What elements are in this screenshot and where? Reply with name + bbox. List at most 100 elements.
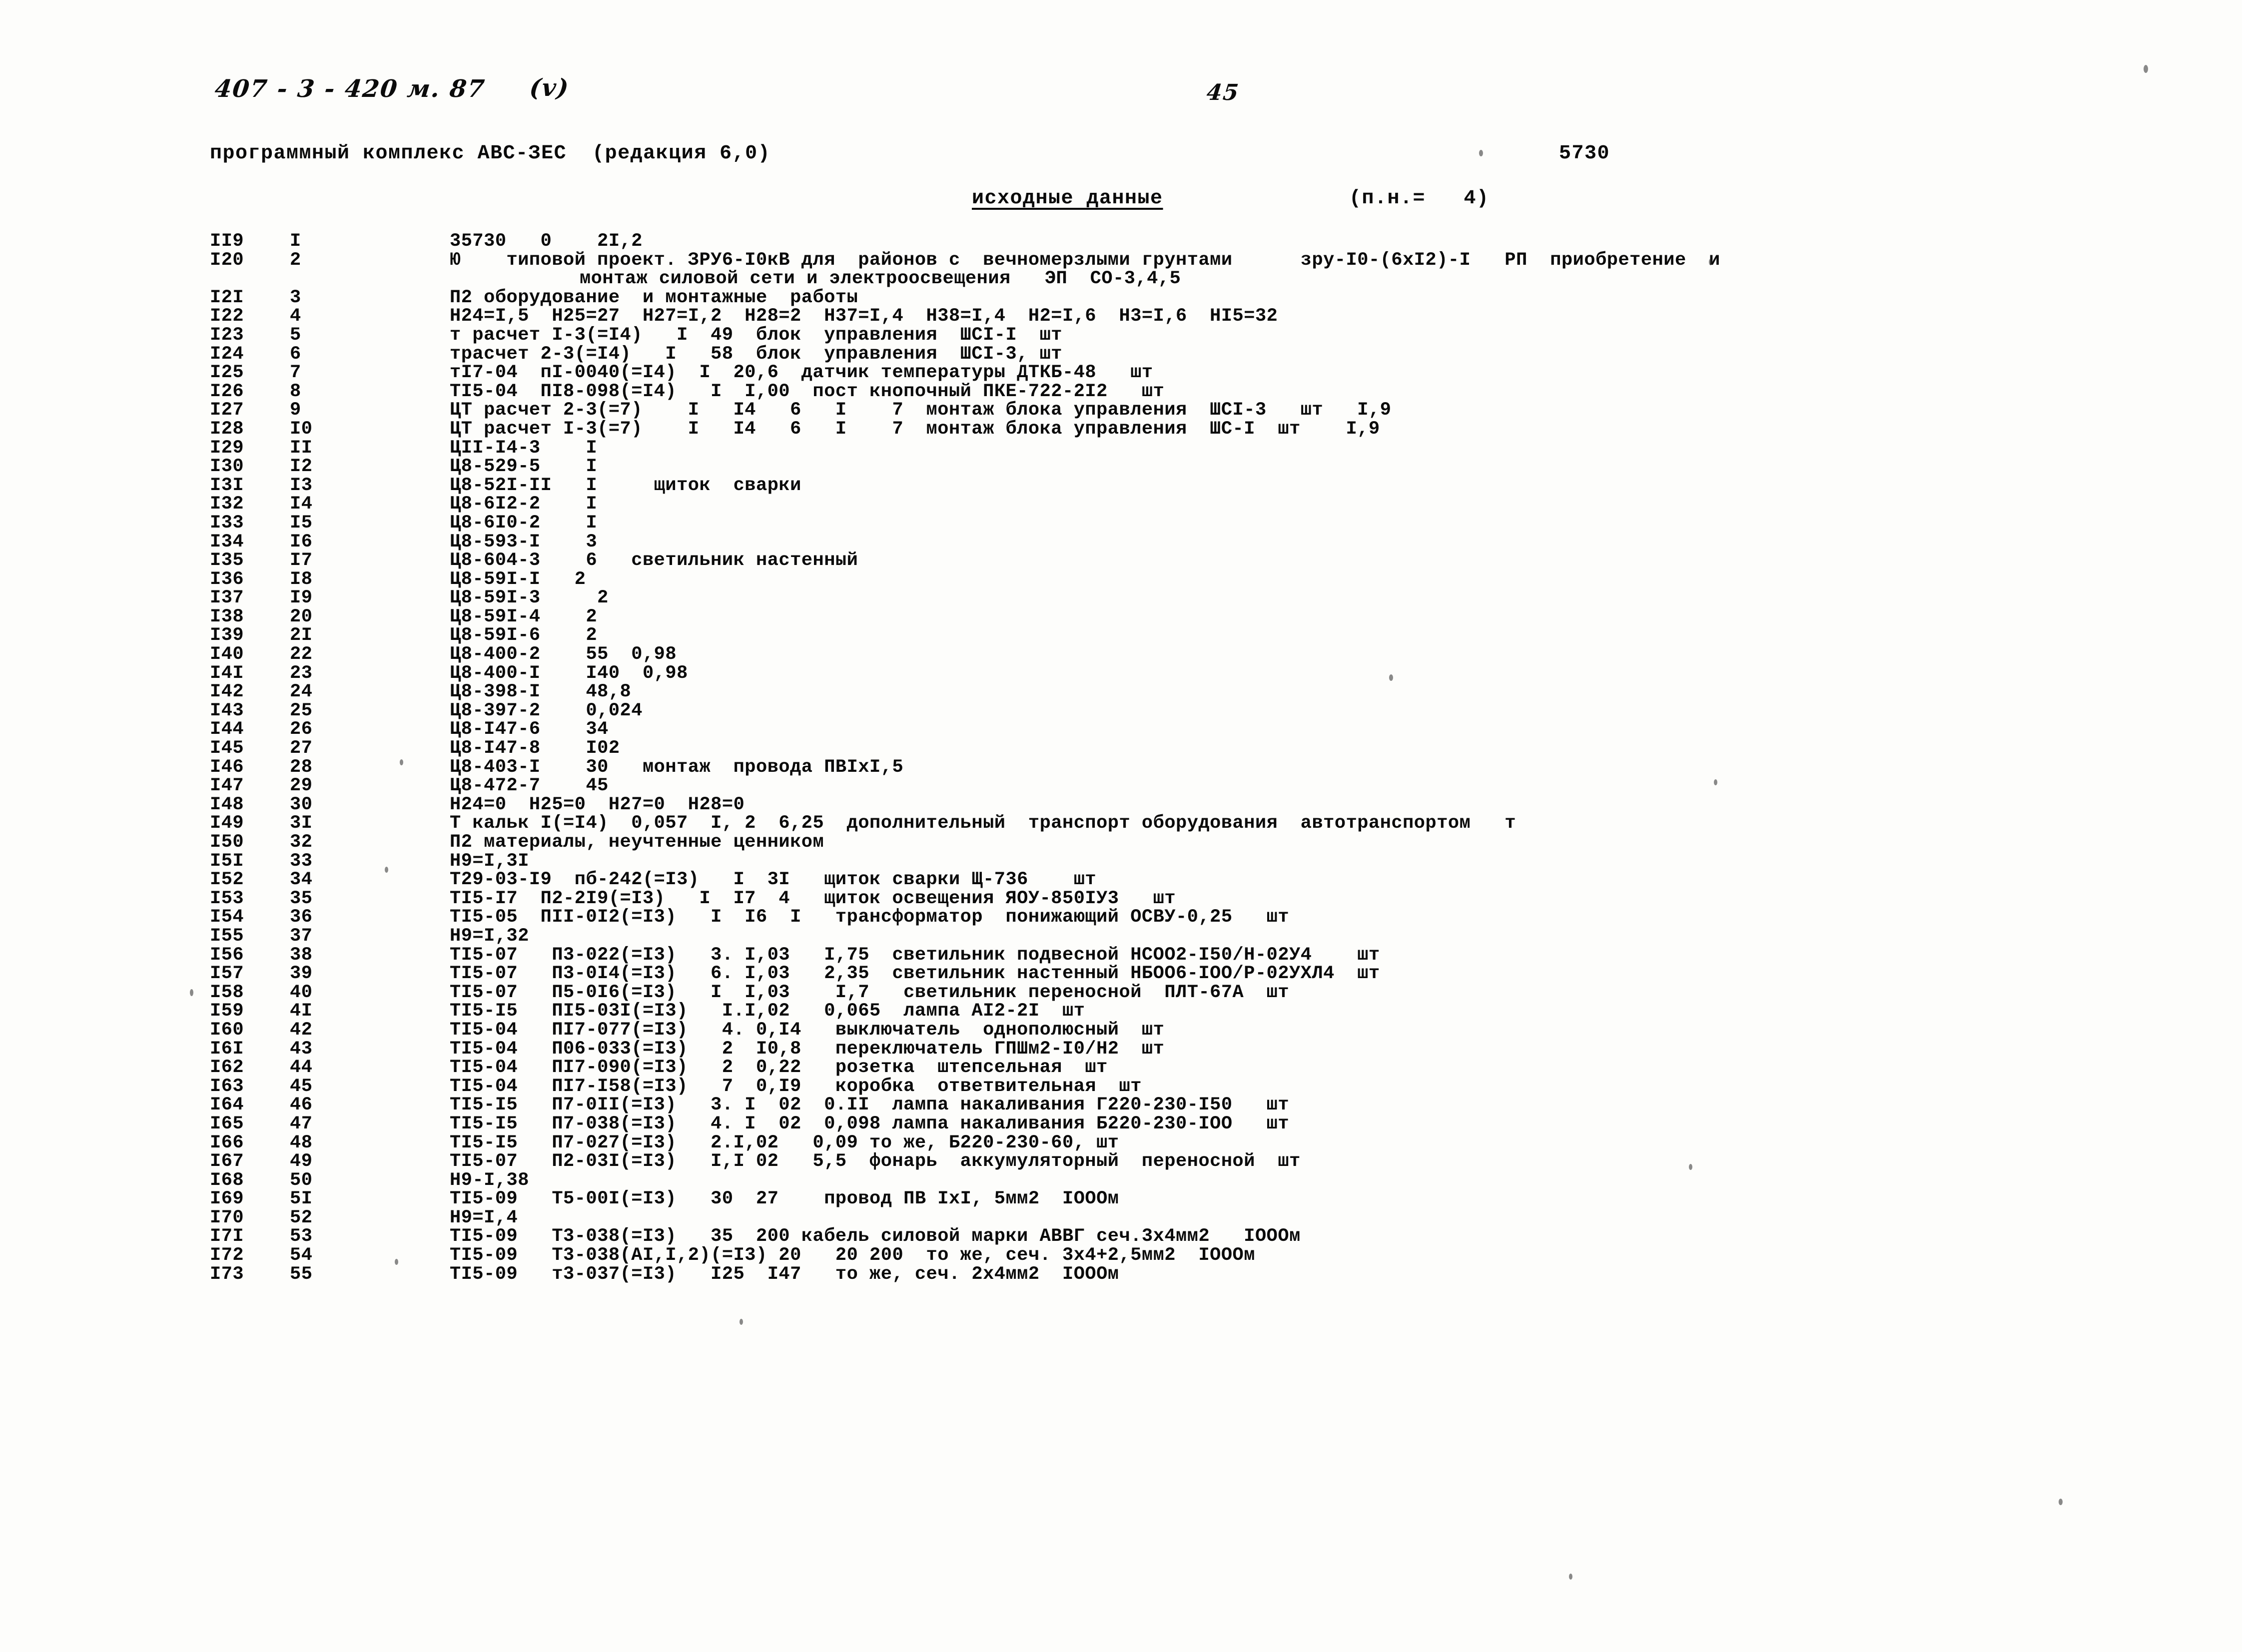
row-line-number: I57 xyxy=(210,963,244,985)
row-index: 44 xyxy=(290,1057,313,1079)
row-content: Ц8-52I-II I щиток сварки xyxy=(450,475,801,496)
program-title: программный комплекс АВС-ЗЕС (редакция 6… xyxy=(210,142,771,165)
row-line-number: I58 xyxy=(210,982,244,1003)
row-index: I9 xyxy=(290,587,313,609)
listing-row: I7I 53 ТI5-09 Т3-038(=I3) 35 200 кабель си… xyxy=(0,1227,2242,1246)
row-index: 43 xyxy=(290,1038,313,1060)
row-line-number: I67 xyxy=(210,1151,244,1172)
row-line-number: I23 xyxy=(210,324,244,346)
row-content: Ю типовой проект. ЗРУ6-I0кВ для районов … xyxy=(450,249,1720,271)
row-line-number: I42 xyxy=(210,681,244,703)
listing-row: I52 34 Т29-03-I9 пб-242(=I3) I 3I щиток св… xyxy=(0,871,2242,890)
scanned-document-page: 407 - 3 - 420 м. 87 (v) 45 программный к… xyxy=(0,0,2242,1652)
row-line-number: I37 xyxy=(210,587,244,609)
listing-row: монтаж силовой сети и электроосвещения Э… xyxy=(0,270,2242,289)
row-line-number: I36 xyxy=(210,568,244,590)
row-line-number: I40 xyxy=(210,644,244,665)
row-line-number: I53 xyxy=(210,888,244,909)
row-index: I3 xyxy=(290,475,313,496)
listing-row: I3I I3 Ц8-52I-II I щиток сварки xyxy=(0,475,2242,496)
row-index: 34 xyxy=(290,869,313,891)
row-line-number: I30 xyxy=(210,456,244,478)
row-index: 8 xyxy=(290,381,301,402)
row-index: 25 xyxy=(290,700,313,721)
document-number: 5730 xyxy=(1559,142,1610,165)
row-content: Ц8-59I-4 2 xyxy=(450,606,598,627)
listing-row: I36 I8 Ц8-59I-I 2 xyxy=(0,570,2242,589)
row-index: I5 xyxy=(290,512,313,534)
row-index: 48 xyxy=(290,1132,313,1153)
row-content: Ц8-403-I 30 монтаж провода ПВIхI,5 xyxy=(450,756,904,778)
scan-speckle xyxy=(395,1259,398,1265)
scan-speckle xyxy=(400,759,403,765)
row-content: Ц8-6I2-2 I xyxy=(450,494,598,515)
row-content: Н24=0 Н25=0 Н27=0 Н28=0 xyxy=(450,794,745,815)
row-line-number: I20 xyxy=(210,249,244,271)
listing-row: I68 50 Н9-I,38 xyxy=(0,1171,2242,1190)
row-index: 37 xyxy=(290,925,313,947)
row-line-number: I62 xyxy=(210,1057,244,1079)
row-content: Ц8-59I-6 2 xyxy=(450,625,598,646)
pn-parameter: (п.н.= 4) xyxy=(1349,187,1490,210)
row-content: ТI5-04 П06-033(=I3) 2 I0,8 переключатель… xyxy=(450,1038,1165,1060)
row-content: Ц8-593-I 3 xyxy=(450,531,598,552)
row-line-number: I7I xyxy=(210,1226,244,1247)
row-index: I4 xyxy=(290,494,313,515)
row-line-number: I64 xyxy=(210,1095,244,1116)
listing-row: I58 40 ТI5-07 П5-0I6(=I3) I I,03 I,7 свети… xyxy=(0,982,2242,1003)
listing-row: I57 39 ТI5-07 П3-0I4(=I3) 6. I,03 2,35 све… xyxy=(0,965,2242,984)
listing-row: I42 24 Ц8-398-I 48,8 xyxy=(0,683,2242,702)
row-line-number: I35 xyxy=(210,550,244,571)
row-content: ЦТ расчет I-3(=7) I I4 6 I 7 монтаж блок… xyxy=(450,418,1380,440)
row-content: Ц8-I47-6 34 xyxy=(450,719,609,740)
row-line-number: I6I xyxy=(210,1038,244,1060)
row-line-number: I32 xyxy=(210,494,244,515)
row-index: 4 xyxy=(290,306,301,327)
row-line-number: I34 xyxy=(210,531,244,552)
row-index: I6 xyxy=(290,531,313,552)
row-content: Ц8-400-I I40 0,98 xyxy=(450,662,688,684)
row-index: 22 xyxy=(290,644,313,665)
row-line-number: I49 xyxy=(210,813,244,834)
row-line-number: I44 xyxy=(210,719,244,740)
row-line-number: I5I xyxy=(210,850,244,872)
listing-row: I70 52 Н9=I,4 xyxy=(0,1207,2242,1228)
row-line-number: I56 xyxy=(210,944,244,966)
listing-row: I29 II ЦII-I4-3 I xyxy=(0,439,2242,458)
scan-speckle xyxy=(1689,1164,1692,1170)
row-line-number: I52 xyxy=(210,869,244,891)
row-index: 35 xyxy=(290,888,313,909)
row-index: 24 xyxy=(290,681,313,703)
listing-row: I63 45 ТI5-04 ПI7-I58(=I3) 7 0,I9 коробка … xyxy=(0,1077,2242,1097)
row-line-number: I25 xyxy=(210,362,244,384)
scan-speckle xyxy=(2059,1499,2063,1505)
row-index: II xyxy=(290,437,313,459)
row-line-number: I28 xyxy=(210,418,244,440)
row-line-number: I26 xyxy=(210,381,244,402)
row-content: Н9=I,4 xyxy=(450,1207,518,1228)
row-line-number: I72 xyxy=(210,1245,244,1266)
row-index: 46 xyxy=(290,1095,313,1116)
row-content: ТI5-I5 ПI5-03I(=I3) I.I,02 0,065 лампа А… xyxy=(450,1001,1085,1022)
listing-row: I48 30 Н24=0 Н25=0 Н27=0 Н28=0 xyxy=(0,794,2242,815)
row-content: Н9-I,38 xyxy=(450,1169,529,1191)
listing-row: I47 29 Ц8-472-7 45 xyxy=(0,777,2242,796)
scan-speckle xyxy=(190,989,193,996)
row-line-number: I68 xyxy=(210,1169,244,1191)
handwritten-page-number: 45 xyxy=(1205,80,1241,105)
listing-row: I35 I7 Ц8-604-3 6 светильник настенный xyxy=(0,551,2242,570)
row-index: 30 xyxy=(290,794,313,815)
row-content: ТI5-07 П2-03I(=I3) I,I 02 5,5 фонарь акк… xyxy=(450,1151,1301,1172)
row-index: 2I xyxy=(290,625,313,646)
row-line-number: I22 xyxy=(210,306,244,327)
row-content: ТI5-09 Т3-038(=I3) 35 200 кабель силовой… xyxy=(450,1226,1301,1247)
listing-row: I4I 23 Ц8-400-I I40 0,98 xyxy=(0,664,2242,683)
listing-row: I27 9 ЦТ расчет 2-3(=7) I I4 6 I 7 монтаж … xyxy=(0,401,2242,420)
listing-row: I6I 43 ТI5-04 П06-033(=I3) 2 I0,8 переключ… xyxy=(0,1040,2242,1059)
listing-row: I67 49 ТI5-07 П2-03I(=I3) I,I 02 5,5 фонар… xyxy=(0,1152,2242,1171)
scan-speckle xyxy=(740,1319,743,1325)
listing-row: I60 42 ТI5-04 ПI7-077(=I3) 4. 0,I4 выключа… xyxy=(0,1021,2242,1040)
row-index: 40 xyxy=(290,982,313,1003)
row-index: 36 xyxy=(290,907,313,928)
row-line-number: I2I xyxy=(210,287,244,308)
